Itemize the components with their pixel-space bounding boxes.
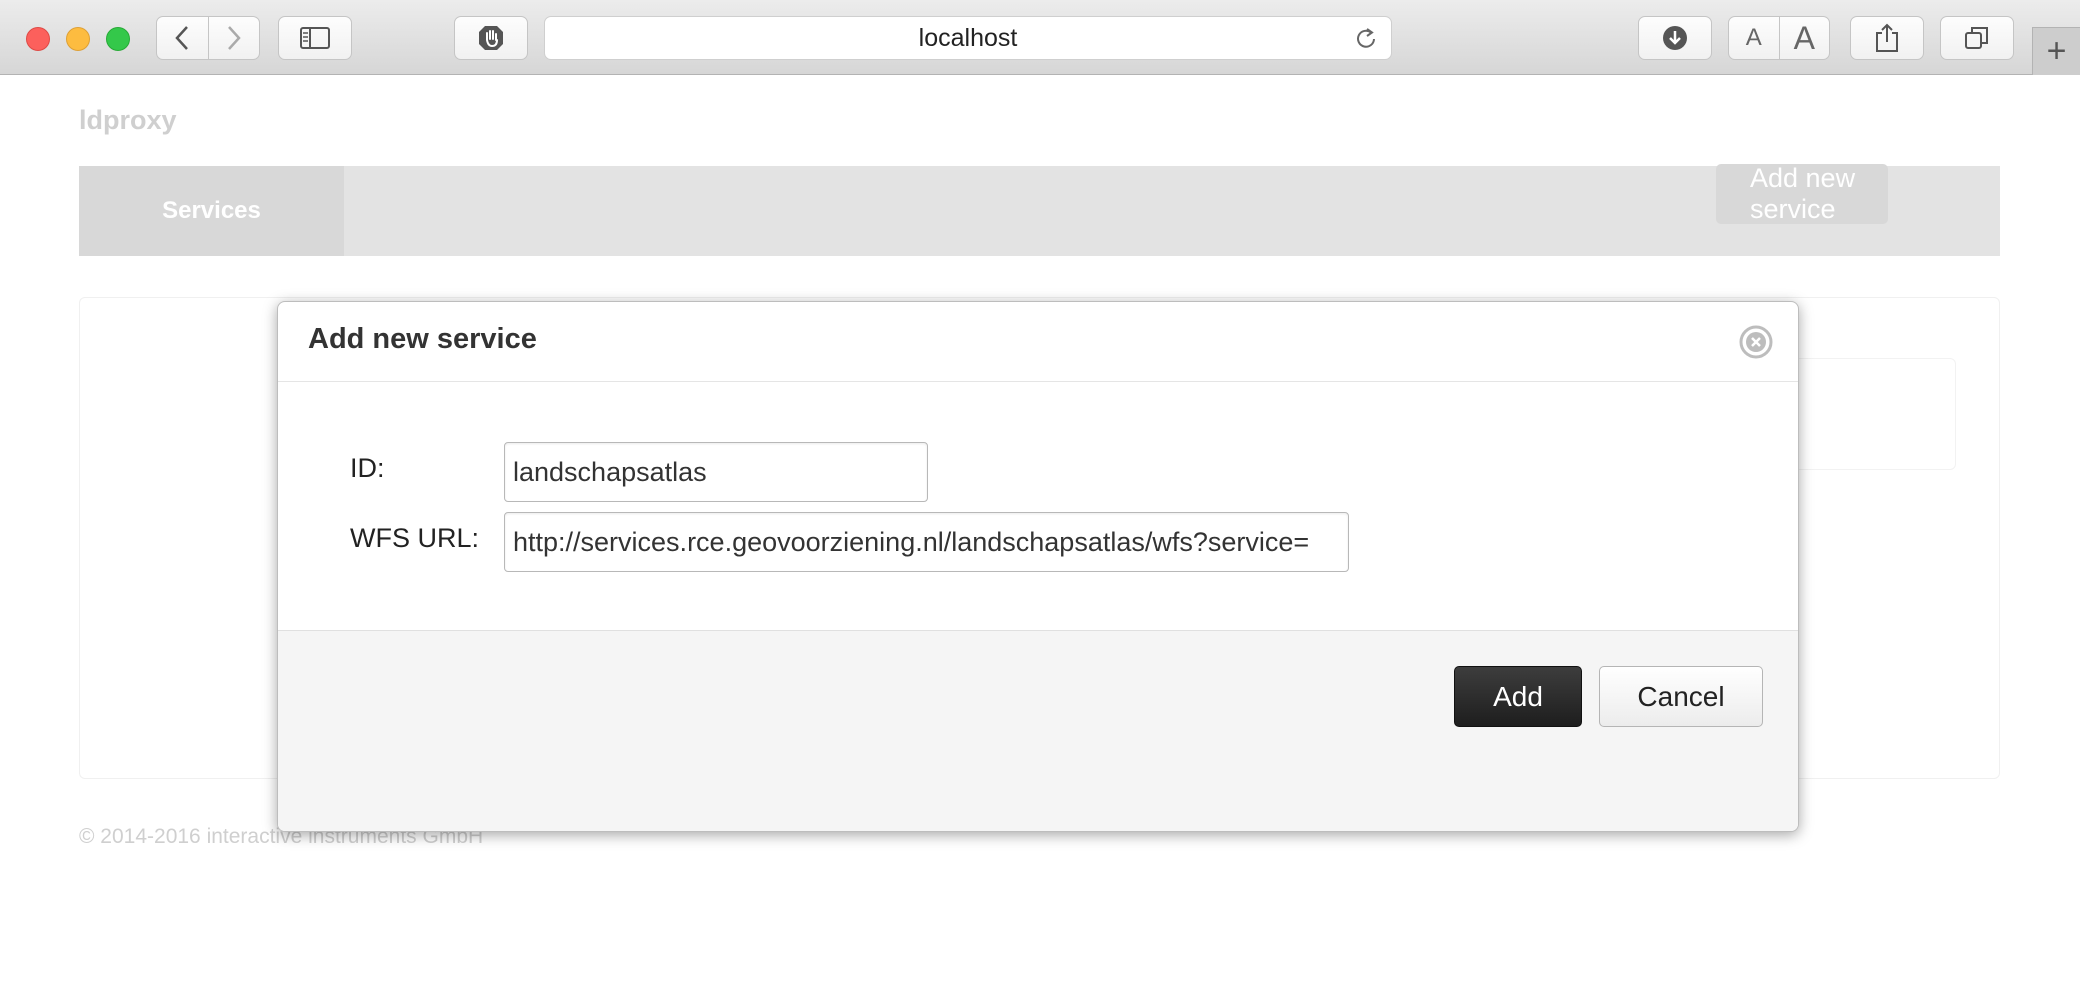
close-icon[interactable] [1738, 324, 1774, 360]
address-bar[interactable]: localhost [544, 16, 1392, 60]
browser-toolbar: localhost A A + [0, 0, 2080, 75]
font-larger-button[interactable]: A [1778, 17, 1830, 59]
address-text: localhost [918, 23, 1018, 52]
dialog-body: ID: WFS URL: [278, 382, 1798, 630]
window-zoom-button[interactable] [106, 27, 130, 51]
download-icon [1663, 26, 1687, 50]
downloads-button[interactable] [1638, 16, 1712, 60]
dialog-header: Add new service [278, 302, 1798, 382]
add-service-dialog: Add new service ID: WFS URL: Add Cancel [277, 301, 1799, 832]
cancel-button[interactable]: Cancel [1599, 666, 1763, 727]
history-nav-group [156, 16, 260, 60]
id-label: ID: [350, 453, 385, 483]
extension-button[interactable] [454, 16, 528, 60]
chevron-right-icon [227, 26, 241, 50]
wfs-url-field[interactable] [504, 512, 1349, 572]
add-button[interactable]: Add [1454, 666, 1582, 727]
wfs-url-label: WFS URL: [350, 523, 480, 553]
new-tab-button[interactable]: + [2032, 27, 2080, 75]
reload-icon[interactable] [1353, 26, 1379, 52]
font-size-group: A A [1728, 16, 1830, 60]
sidebar-icon [300, 27, 330, 49]
window-close-button[interactable] [26, 27, 50, 51]
hand-stop-icon [479, 26, 503, 50]
back-button[interactable] [157, 17, 208, 59]
window-minimize-button[interactable] [66, 27, 90, 51]
share-icon [1876, 23, 1898, 52]
id-field[interactable] [504, 442, 928, 502]
font-smaller-button[interactable]: A [1729, 17, 1779, 59]
page: ldproxy Services Add new service © 2014-… [0, 75, 2080, 986]
tabs-icon [1965, 27, 1988, 49]
dialog-footer: Add Cancel [278, 630, 1798, 831]
tab-overview-button[interactable] [1940, 16, 2014, 60]
forward-button[interactable] [207, 17, 260, 59]
dialog-title: Add new service [308, 323, 537, 355]
chevron-left-icon [175, 26, 189, 50]
sidebar-toggle-button[interactable] [278, 16, 352, 60]
share-button[interactable] [1850, 16, 1924, 60]
